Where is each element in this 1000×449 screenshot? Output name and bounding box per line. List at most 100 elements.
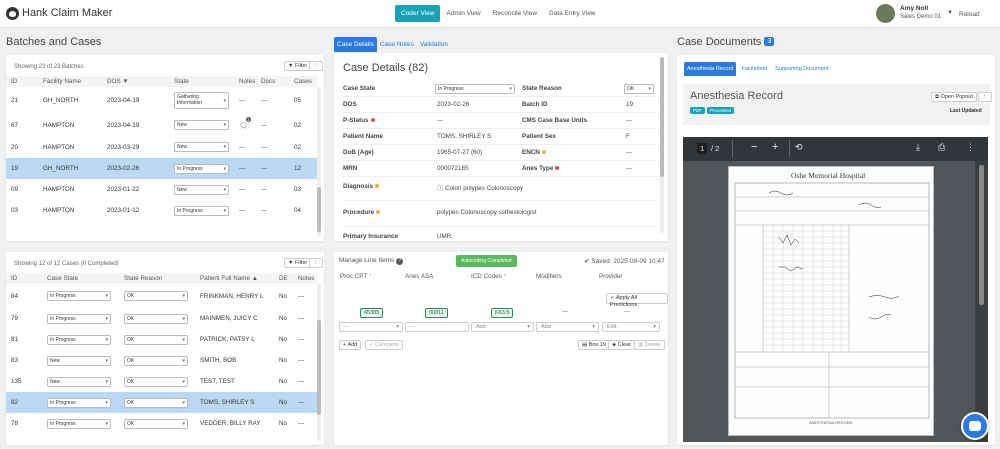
zoom-in-icon[interactable]: +: [772, 141, 778, 153]
delete-button[interactable]: ▥ Delete: [634, 340, 665, 350]
add-line-button[interactable]: + Add: [339, 340, 362, 350]
state-select[interactable]: New ▾: [174, 142, 229, 152]
col-id[interactable]: ID: [6, 273, 42, 284]
state-reason-select[interactable]: OK ▾: [124, 291, 188, 301]
col-docs[interactable]: Docs: [256, 76, 289, 87]
col-state[interactable]: State: [169, 76, 234, 87]
assistant-bot-button[interactable]: [961, 412, 989, 440]
col-cases[interactable]: Cases: [289, 76, 317, 87]
more-vertical-icon[interactable]: ⋮: [966, 142, 975, 153]
help-icon[interactable]: ?: [396, 258, 404, 265]
state-reason-select[interactable]: OK ▾: [124, 334, 188, 345]
col-dos[interactable]: DOS ▼: [102, 76, 169, 87]
col-state-reason[interactable]: State Reason: [119, 273, 195, 284]
print-icon[interactable]: ⎙: [938, 142, 945, 153]
state-reason-select[interactable]: OK ▾: [124, 418, 188, 429]
cases-showing: Showing 12 of 12 Cases (0 Completed): [14, 261, 119, 267]
col-patient-name[interactable]: Patient Full Name ▲: [195, 273, 274, 284]
details-scrollbar[interactable]: [660, 57, 664, 233]
state-reason-select[interactable]: OK ▾: [124, 376, 188, 387]
download-icon[interactable]: ⤓: [916, 142, 920, 153]
tab-case-notes[interactable]: Case Notes: [377, 37, 417, 52]
clear-button[interactable]: ◈ Clear: [608, 340, 635, 350]
open-popout-button[interactable]: ⧉ Open Popout: [931, 92, 977, 102]
table-row[interactable]: 135 New ▾ OK ▾ TEST, TEST No ---: [6, 371, 317, 392]
pdf-viewer[interactable]: Oshe Memorial Hospital ANESTHESIA RECORD: [683, 161, 988, 442]
table-row[interactable]: 67 HAMPTON 2023-04-19 New ▾ 🗨 1 --- 02: [6, 114, 317, 136]
reload-button[interactable]: Reload: [959, 11, 980, 18]
apply-all-predictions-button[interactable]: ✓ Apply All Predictions: [606, 293, 668, 308]
state-select[interactable]: New ▾: [174, 120, 229, 130]
asa-input[interactable]: ---: [405, 322, 469, 332]
case-state-select[interactable]: In Progress ▾: [47, 418, 111, 429]
scrollbar-thumb[interactable]: [317, 320, 321, 415]
case-state-select[interactable]: New ▾: [47, 376, 111, 387]
tab-data-entry-view[interactable]: Data Entry View: [543, 5, 601, 22]
table-row[interactable]: 21 GH_NORTH 2023-04-19 Gathering Informa…: [6, 87, 317, 114]
scrollbar-thumb[interactable]: [317, 187, 321, 232]
scrollbar-thumb[interactable]: [979, 165, 984, 305]
table-row[interactable]: 81 In Progress ▾ OK ▾ PATRICK, PATSY L No ---: [6, 329, 317, 350]
tab-anesthesia-record[interactable]: Anesthesia Record: [684, 62, 737, 76]
tab-case-details[interactable]: Case Details: [334, 37, 377, 52]
col-notes[interactable]: Notes: [293, 273, 317, 284]
state-select[interactable]: In Progress ▾: [174, 205, 229, 216]
modifiers-select[interactable]: Add ▾: [536, 322, 599, 332]
state-reason-select[interactable]: OK ▾: [124, 313, 188, 324]
cases-more-button[interactable]: ⋮: [309, 258, 323, 268]
case-state-select[interactable]: In Progress ▾: [435, 84, 515, 94]
state-reason-select[interactable]: OK ▾: [124, 355, 188, 366]
state-select[interactable]: New ▾: [174, 184, 229, 195]
batches-scrollbar[interactable]: [317, 87, 321, 237]
state-select[interactable]: In Progress ▾: [174, 163, 229, 174]
table-row-selected[interactable]: 19 GH_NORTH 2023-02-26 In Progress ▾ --- …: [6, 158, 317, 179]
scrollbar-thumb[interactable]: [660, 57, 664, 177]
box-19-button[interactable]: ▤ Box 19: [578, 340, 610, 350]
tab-reconcile-view[interactable]: Reconcile View: [487, 5, 543, 22]
tab-validation[interactable]: Validation: [417, 37, 451, 52]
table-row[interactable]: 09 HAMPTON 2023-01-22 New ▾ --- --- 03: [6, 179, 317, 200]
table-row[interactable]: 79 In Progress ▾ OK ▾ MAINMEN, JUICY C No ---: [6, 308, 317, 329]
col-case-state[interactable]: Case State: [42, 273, 119, 284]
case-state-select[interactable]: In Progress ▾: [47, 313, 111, 324]
batches-filter-button[interactable]: ▼ Filter: [284, 61, 312, 71]
table-row[interactable]: 78 In Progress ▾ OK ▾ VEDDER, BILLY RAY No ---: [6, 413, 317, 434]
table-row[interactable]: 83 New ▾ OK ▾ SMITH, BOB No ---: [6, 350, 317, 371]
case-state-select[interactable]: In Progress ▾: [47, 334, 111, 345]
pdf-page-input[interactable]: 1: [697, 143, 708, 154]
rotate-icon[interactable]: ⟲: [795, 142, 803, 153]
state-reason-select[interactable]: OK ▾: [624, 84, 654, 94]
case-state-select[interactable]: In Progress ▾: [47, 397, 111, 408]
col-facility[interactable]: Facility Name: [38, 76, 102, 87]
col-id[interactable]: ID: [6, 76, 38, 87]
provider-select[interactable]: Edit ▾: [602, 322, 660, 332]
document-more-button[interactable]: ⋮: [978, 92, 992, 102]
cell-notes[interactable]: 🗨 1: [234, 114, 256, 136]
table-row[interactable]: 03 HAMPTON 2023-01-12 In Progress ▾ --- -…: [6, 200, 317, 221]
cpt-select[interactable]: --- ▾: [339, 322, 403, 332]
icd-select[interactable]: Add ▾: [471, 322, 534, 332]
state-reason-select[interactable]: OK ▾: [124, 397, 188, 408]
cases-scrollbar[interactable]: [317, 284, 321, 441]
predicted-cpt-chip[interactable]: 45385: [360, 308, 384, 318]
zoom-out-icon[interactable]: −: [751, 141, 757, 153]
tab-admin-view[interactable]: Admin View: [440, 5, 486, 22]
batches-more-button[interactable]: ⋮: [309, 61, 323, 71]
tab-supporting-document[interactable]: Supporting Document: [772, 62, 831, 76]
col-notes[interactable]: Notes: [234, 76, 256, 87]
state-select[interactable]: Gathering Information ▾: [174, 92, 229, 109]
case-state-select[interactable]: New ▾: [47, 355, 111, 366]
cases-filter-button[interactable]: ▼ Filter: [284, 258, 312, 268]
tab-facesheet[interactable]: Facesheet: [736, 62, 772, 76]
table-row-selected[interactable]: 82 In Progress ▾ OK ▾ TOMS, SHIRLEY S No ---: [6, 392, 317, 413]
pdf-scrollbar[interactable]: [975, 161, 988, 442]
table-row[interactable]: 84 In Progress ▾ OK ▾ FRINKMAN, HENRY L No ---: [6, 284, 317, 308]
col-de[interactable]: DE: [274, 273, 293, 284]
case-state-select[interactable]: In Progress ▾: [47, 291, 111, 301]
chevron-down-icon[interactable]: ▼: [947, 10, 953, 16]
complete-button[interactable]: ✓ Complete: [365, 340, 403, 350]
predicted-icd-chip[interactable]: K63.5: [491, 308, 514, 318]
predicted-asa-chip[interactable]: 00811: [425, 308, 448, 318]
table-row[interactable]: 20 HAMPTON 2023-03-29 New ▾ --- --- 02: [6, 136, 317, 158]
tab-coder-view[interactable]: Coder View: [395, 5, 441, 22]
